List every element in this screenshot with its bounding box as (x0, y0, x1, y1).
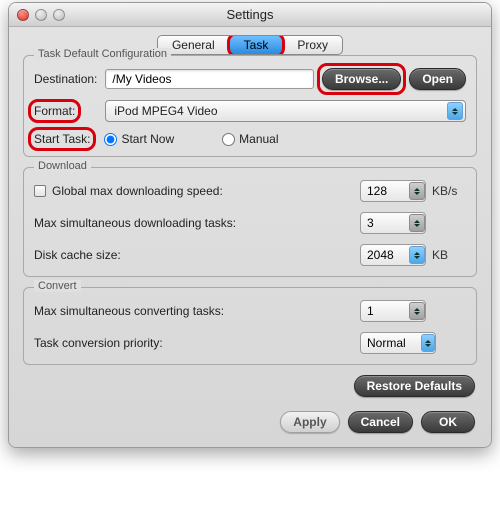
tab-label: Proxy (297, 38, 328, 52)
select-value (361, 336, 421, 350)
group-task-default: Task Default Configuration Destination: … (23, 55, 477, 157)
button-label: Browse... (335, 72, 388, 86)
radio-input[interactable] (222, 133, 235, 146)
radio-label: Manual (239, 132, 278, 146)
global-max-checkbox[interactable]: Global max downloading speed: (34, 184, 223, 198)
stepper-icon (409, 302, 425, 320)
zoom-icon[interactable] (53, 9, 65, 21)
ok-button[interactable]: OK (421, 411, 475, 433)
global-max-label: Global max downloading speed: (52, 184, 223, 198)
priority-select[interactable] (360, 332, 436, 354)
max-conv-tasks-label: Max simultaneous converting tasks: (34, 304, 224, 318)
format-select[interactable]: iPod MPEG4 Video (105, 100, 466, 122)
group-convert: Convert Max simultaneous converting task… (23, 287, 477, 365)
button-label: OK (439, 415, 457, 429)
stepper-input[interactable] (361, 216, 409, 230)
group-download: Download Global max downloading speed: K… (23, 167, 477, 277)
stepper-input[interactable] (361, 184, 409, 198)
minimize-icon[interactable] (35, 9, 47, 21)
radio-start-now[interactable]: Start Now (104, 132, 174, 146)
stepper-icon (409, 214, 425, 232)
close-icon[interactable] (17, 9, 29, 21)
stepper-icon (447, 102, 463, 120)
checkbox-icon (34, 185, 46, 197)
priority-label: Task conversion priority: (34, 336, 163, 350)
radio-input[interactable] (104, 133, 117, 146)
open-button[interactable]: Open (409, 68, 466, 90)
stepper-icon (409, 246, 425, 264)
global-max-stepper[interactable] (360, 180, 426, 202)
max-dl-tasks-stepper[interactable] (360, 212, 426, 234)
format-label: Format: (34, 104, 75, 118)
destination-label: Destination: (34, 72, 97, 86)
cancel-button[interactable]: Cancel (348, 411, 413, 433)
window-title: Settings (9, 7, 491, 22)
button-label: Apply (293, 415, 326, 429)
destination-input[interactable] (105, 69, 314, 89)
radio-label: Start Now (121, 132, 174, 146)
cache-label: Disk cache size: (34, 248, 121, 262)
max-conv-tasks-stepper[interactable] (360, 300, 426, 322)
tab-label: General (172, 38, 215, 52)
tab-proxy[interactable]: Proxy (283, 36, 342, 54)
button-label: Restore Defaults (367, 379, 462, 393)
titlebar: Settings (9, 3, 491, 27)
tab-label: Task (244, 38, 269, 52)
unit-label: KB/s (432, 184, 466, 198)
unit-label: KB (432, 248, 466, 262)
restore-defaults-button[interactable]: Restore Defaults (354, 375, 475, 397)
tab-task[interactable]: Task (230, 36, 284, 54)
button-label: Cancel (361, 415, 400, 429)
stepper-icon (409, 182, 425, 200)
start-task-label: Start Task: (34, 132, 90, 146)
apply-button[interactable]: Apply (280, 411, 339, 433)
radio-manual[interactable]: Manual (222, 132, 278, 146)
stepper-icon (421, 334, 435, 352)
stepper-input[interactable] (361, 248, 409, 262)
button-label: Open (422, 72, 453, 86)
max-dl-tasks-label: Max simultaneous downloading tasks: (34, 216, 236, 230)
browse-button[interactable]: Browse... (322, 68, 401, 90)
select-value: iPod MPEG4 Video (114, 104, 217, 118)
tab-bar: General Task Proxy (157, 35, 343, 55)
group-legend: Download (34, 160, 91, 172)
cache-stepper[interactable] (360, 244, 426, 266)
stepper-input[interactable] (361, 304, 409, 318)
settings-window: Settings General Task Proxy Task Default… (8, 2, 492, 448)
group-legend: Convert (34, 280, 81, 292)
group-legend: Task Default Configuration (34, 48, 171, 60)
